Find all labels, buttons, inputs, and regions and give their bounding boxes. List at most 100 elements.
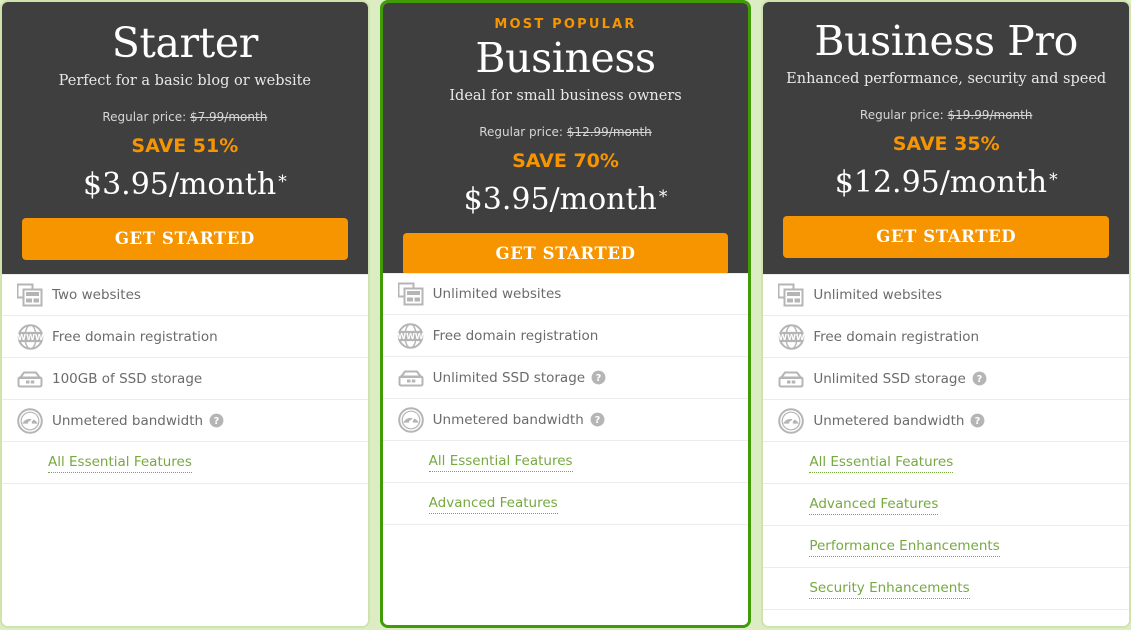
- feature-label: Unmetered bandwidth: [52, 412, 204, 429]
- svg-text:WWW: WWW: [17, 333, 44, 342]
- svg-text:?: ?: [214, 416, 220, 427]
- feature-link-row: All Essential Features: [2, 442, 368, 484]
- pricing-table: Starter Perfect for a basic blog or websi…: [0, 0, 1131, 630]
- current-price-value: $3.95/month: [82, 167, 277, 202]
- feature-link-row: All Essential Features: [382, 441, 749, 483]
- websites-icon: [777, 281, 805, 309]
- regular-price-value: $12.99/month: [566, 125, 652, 139]
- feature-row: Unmetered bandwidth?: [382, 399, 749, 441]
- plan-name: Business Pro: [814, 17, 1078, 65]
- websites-icon: [16, 281, 44, 309]
- price-asterisk: *: [278, 172, 287, 192]
- pricing-card-starter: Starter Perfect for a basic blog or websi…: [0, 0, 370, 628]
- card-header-business: MOST POPULAR Business Ideal for small busi…: [382, 3, 749, 275]
- help-tooltip-icon[interactable]: ?: [972, 371, 987, 386]
- help-tooltip-icon[interactable]: ?: [590, 412, 605, 427]
- plan-tagline: Perfect for a basic blog or website: [58, 73, 311, 89]
- help-tooltip-icon[interactable]: ?: [591, 370, 606, 385]
- feature-link[interactable]: Advanced Features: [809, 495, 939, 515]
- svg-text:WWW: WWW: [397, 332, 424, 341]
- regular-price-label: Regular price:: [102, 110, 187, 124]
- ssd-storage-icon: [16, 365, 44, 393]
- save-badge: SAVE 70%: [512, 150, 619, 172]
- domain-www-icon: WWW: [777, 323, 805, 351]
- feature-label: Free domain registration: [52, 328, 218, 345]
- svg-text:?: ?: [976, 374, 982, 385]
- svg-text:?: ?: [594, 415, 600, 426]
- feature-row: WWW Free domain registration: [2, 316, 368, 358]
- feature-label: Unlimited SSD storage: [432, 369, 586, 386]
- feature-label: Unlimited websites: [432, 286, 562, 302]
- regular-price-label: Regular price:: [479, 125, 563, 139]
- help-tooltip-icon[interactable]: ?: [970, 413, 985, 428]
- feature-list-business-pro: Unlimited websites WWW Free domain registr…: [763, 274, 1130, 626]
- feature-list-starter: Two websites WWW Free domain registration 1…: [2, 274, 368, 626]
- card-header-starter: Starter Perfect for a basic blog or websi…: [2, 2, 368, 274]
- feature-link[interactable]: All Essential Features: [809, 453, 954, 473]
- card-header-business-pro: Business Pro Enhanced performance, securi…: [763, 2, 1130, 274]
- svg-text:?: ?: [975, 416, 981, 427]
- card-gap: [751, 0, 761, 10]
- regular-price: Regular price: $12.99/month: [403, 124, 729, 140]
- regular-price-value: $7.99/month: [189, 110, 268, 124]
- feature-link[interactable]: Performance Enhancements: [809, 537, 1000, 557]
- feature-row: Two websites: [2, 274, 368, 316]
- current-price: $3.95/month *: [403, 179, 729, 218]
- price-asterisk: *: [1049, 170, 1058, 190]
- feature-label: Free domain registration: [813, 328, 980, 345]
- bandwidth-gauge-icon: [777, 407, 805, 435]
- bandwidth-gauge-icon: [397, 406, 425, 434]
- regular-price-value: $19.99/month: [947, 108, 1033, 122]
- current-price-value: $3.95/month: [463, 182, 657, 217]
- feature-label: Free domain registration: [432, 327, 599, 344]
- bandwidth-gauge-icon: [16, 407, 44, 435]
- feature-row: Unmetered bandwidth?: [2, 400, 368, 442]
- feature-row: 100GB of SSD storage: [2, 358, 368, 400]
- svg-text:WWW: WWW: [778, 333, 805, 342]
- get-started-button[interactable]: GET STARTED: [402, 233, 729, 275]
- feature-row: WWW Free domain registration: [382, 315, 749, 357]
- current-price: $3.95/month *: [22, 164, 348, 203]
- websites-icon: [397, 280, 425, 308]
- feature-row: Unlimited SSD storage?: [763, 358, 1130, 400]
- feature-row: Unmetered bandwidth?: [763, 400, 1130, 442]
- current-price-value: $12.95/month: [834, 165, 1048, 200]
- card-gap: [370, 0, 380, 10]
- most-popular-badge: MOST POPULAR: [494, 17, 637, 32]
- feature-link[interactable]: Advanced Features: [428, 494, 558, 514]
- plan-tagline: Enhanced performance, security and speed: [786, 71, 1107, 87]
- feature-link[interactable]: All Essential Features: [428, 452, 573, 472]
- feature-label: 100GB of SSD storage: [52, 370, 203, 387]
- feature-link-row: Advanced Features: [763, 484, 1130, 526]
- feature-link-row: All Essential Features: [763, 442, 1130, 484]
- plan-tagline: Ideal for small business owners: [449, 88, 682, 104]
- domain-www-icon: WWW: [397, 322, 425, 350]
- feature-link-row: Performance Enhancements: [763, 526, 1130, 568]
- feature-link-row: Advanced Features: [382, 483, 749, 525]
- regular-price: Regular price: $19.99/month: [783, 107, 1109, 123]
- feature-label: Two websites: [52, 287, 141, 303]
- save-badge: SAVE 51%: [131, 135, 239, 157]
- feature-list-business: Unlimited websites WWW Free domain registr…: [382, 273, 749, 625]
- plan-name: Business: [475, 34, 656, 82]
- save-badge: SAVE 35%: [892, 133, 1000, 155]
- feature-link[interactable]: Security Enhancements: [809, 579, 970, 599]
- feature-link-row: Security Enhancements: [763, 568, 1130, 610]
- feature-row: Unlimited websites: [763, 274, 1130, 316]
- svg-text:?: ?: [596, 373, 602, 384]
- pricing-card-business: MOST POPULAR Business Ideal for small busi…: [379, 0, 752, 628]
- current-price: $12.95/month *: [783, 162, 1109, 201]
- regular-price-label: Regular price:: [859, 108, 944, 122]
- get-started-button[interactable]: GET STARTED: [22, 218, 348, 260]
- plan-name: Starter: [111, 19, 259, 67]
- pricing-card-business-pro: Business Pro Enhanced performance, securi…: [761, 0, 1131, 628]
- get-started-button[interactable]: GET STARTED: [783, 216, 1110, 258]
- help-tooltip-icon[interactable]: ?: [209, 413, 224, 428]
- feature-label: Unlimited websites: [813, 287, 942, 303]
- feature-link[interactable]: All Essential Features: [48, 453, 192, 473]
- feature-row: Unlimited websites: [382, 273, 749, 315]
- feature-row: Unlimited SSD storage?: [382, 357, 749, 399]
- feature-label: Unlimited SSD storage: [813, 370, 966, 387]
- feature-label: Unmetered bandwidth: [813, 412, 965, 429]
- domain-www-icon: WWW: [16, 323, 44, 351]
